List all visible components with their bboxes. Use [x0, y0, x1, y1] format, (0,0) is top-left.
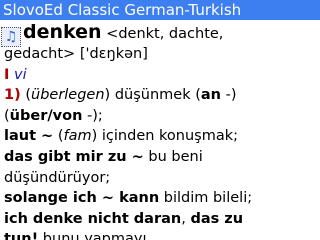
example-line: laut ~ (fam) içinden konuşmak; — [0, 126, 320, 147]
headword: denken — [23, 21, 102, 43]
example-de: tun! — [4, 231, 39, 240]
example-label: fam — [63, 128, 92, 145]
example-line: düşündürüyor; — [0, 168, 320, 189]
sense-1-line-2: (über/von -); — [0, 106, 320, 127]
example-de: das gibt mir zu ~ — [4, 148, 144, 165]
title-bar: SlovoEd Classic German-Turkish — [0, 0, 320, 20]
example-de: solange ich ~ kann — [4, 190, 160, 207]
entry-content[interactable]: ♫ denken <denkt, dachte, gedacht> ['dɛŋkə… — [0, 20, 320, 240]
word-forms-1: <denkt, dachte, — [106, 26, 224, 42]
example-tr: düşündürüyor; — [4, 169, 111, 186]
example-tr: ) içinden konuşmak; — [91, 128, 239, 145]
example-line: das gibt mir zu ~ bu beni — [0, 147, 320, 168]
app-title: SlovoEd Classic German-Turkish — [3, 1, 242, 19]
forms-line: gedacht> ['dɛŋkən] — [0, 44, 320, 65]
grammar-roman: I — [4, 66, 10, 83]
word-forms-2: gedacht> ['dɛŋkən] — [4, 46, 148, 62]
sense-number: 1) — [4, 87, 21, 104]
example-tr: bildim bileli; — [159, 190, 253, 207]
sense-prep-1-tail: -) — [220, 87, 237, 104]
example-de-2: das zu — [190, 210, 244, 227]
example-mid: ( — [53, 128, 64, 145]
headword-line: ♫ denken <denkt, dachte, — [0, 20, 320, 47]
sense-prep-1: an — [200, 87, 221, 104]
sense-1-line: 1) (überlegen) düşünmek (an -) — [0, 85, 320, 106]
example-tr: bunu yapmayı — [38, 231, 147, 240]
sense-line2-tail: -); — [82, 107, 103, 124]
example-line: solange ich ~ kann bildim bileli; — [0, 188, 320, 209]
example-tr: bu beni — [143, 148, 203, 165]
example-de: laut ~ — [4, 128, 54, 145]
sense-note: überlegen — [31, 87, 105, 104]
part-of-speech: vi — [14, 66, 27, 83]
sense-translation: düşünmek ( — [110, 87, 201, 104]
example-line: tun! bunu yapmayı — [0, 229, 320, 240]
example-de: ich denke nicht daran — [4, 210, 182, 227]
example-line: ich denke nicht daran, das zu — [0, 209, 320, 230]
grammar-line: I vi — [0, 65, 320, 86]
sense-prep-2: über/von — [9, 107, 83, 124]
